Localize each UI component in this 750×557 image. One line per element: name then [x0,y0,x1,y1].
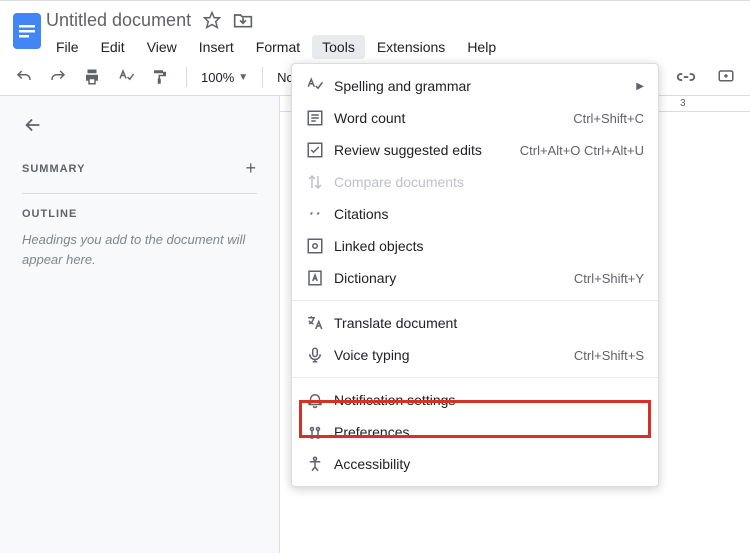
compare-icon [306,173,334,191]
outline-sidebar: SUMMARY + OUTLINE Headings you add to th… [0,96,280,553]
divider [22,193,257,194]
prefs-icon [306,423,334,441]
dictionary-icon [306,269,334,287]
separator [262,67,263,87]
menu-item-review-suggested-edits[interactable]: Review suggested editsCtrl+Alt+O Ctrl+Al… [292,134,658,166]
ruler-tick: 3 [680,98,686,109]
tools-menu-dropdown: Spelling and grammar▶Word countCtrl+Shif… [291,63,659,487]
menu-item-linked-objects[interactable]: Linked objects [292,230,658,262]
docs-icon[interactable] [8,7,46,55]
title-bar: Untitled document FileEditViewInsertForm… [0,0,750,59]
menu-shortcut: Ctrl+Alt+O Ctrl+Alt+U [520,143,644,158]
menu-item-notification-settings[interactable]: Notification settings [292,384,658,416]
translate-icon [306,314,334,332]
spellcheck-icon [306,77,334,95]
menu-separator [292,300,658,301]
menu-insert[interactable]: Insert [189,35,244,59]
menu-item-compare-documents: Compare documents [292,166,658,198]
menu-item-label: Dictionary [334,270,574,286]
menu-shortcut: Ctrl+Shift+Y [574,271,644,286]
accessibility-icon [306,455,334,473]
review-icon [306,141,334,159]
menu-shortcut: Ctrl+Shift+S [574,348,644,363]
zoom-select[interactable]: 100%▼ [201,70,248,85]
menu-item-label: Compare documents [334,174,644,190]
menu-item-accessibility[interactable]: Accessibility [292,448,658,480]
submenu-arrow-icon: ▶ [636,81,644,92]
menu-item-label: Review suggested edits [334,142,520,158]
print-button[interactable] [80,65,104,89]
menu-item-label: Citations [334,206,644,222]
linked-icon [306,237,334,255]
menu-help[interactable]: Help [457,35,506,59]
menu-shortcut: Ctrl+Shift+C [573,111,644,126]
outline-heading: OUTLINE [22,208,257,220]
doc-title[interactable]: Untitled document [46,10,191,31]
star-icon[interactable] [203,11,221,29]
redo-button[interactable] [46,65,70,89]
separator [186,67,187,87]
spellcheck-button[interactable] [114,65,138,89]
menu-item-label: Linked objects [334,238,644,254]
menu-view[interactable]: View [137,35,187,59]
menu-item-label: Voice typing [334,347,574,363]
menu-bar: FileEditViewInsertFormatToolsExtensionsH… [46,35,750,59]
menu-item-voice-typing[interactable]: Voice typingCtrl+Shift+S [292,339,658,371]
menu-item-label: Preferences [334,424,644,440]
wordcount-icon [306,109,334,127]
menu-item-citations[interactable]: Citations [292,198,658,230]
citations-icon [306,205,334,223]
menu-item-label: Spelling and grammar [334,78,636,94]
outline-placeholder: Headings you add to the document will ap… [22,230,257,269]
link-button[interactable] [674,65,698,89]
menu-extensions[interactable]: Extensions [367,35,455,59]
menu-item-dictionary[interactable]: DictionaryCtrl+Shift+Y [292,262,658,294]
paint-format-button[interactable] [148,65,172,89]
add-summary-button[interactable]: + [245,158,257,179]
menu-item-label: Translate document [334,315,644,331]
menu-item-spelling-and-grammar[interactable]: Spelling and grammar▶ [292,70,658,102]
summary-heading: SUMMARY [22,163,85,175]
bell-icon [306,391,334,409]
menu-item-word-count[interactable]: Word countCtrl+Shift+C [292,102,658,134]
menu-item-label: Accessibility [334,456,644,472]
menu-format[interactable]: Format [246,35,310,59]
undo-button[interactable] [12,65,36,89]
menu-item-label: Word count [334,110,573,126]
menu-item-label: Notification settings [334,392,644,408]
menu-tools[interactable]: Tools [312,35,365,59]
move-icon[interactable] [233,11,253,29]
menu-edit[interactable]: Edit [91,35,135,59]
comment-button[interactable] [714,65,738,89]
menu-item-translate-document[interactable]: Translate document [292,307,658,339]
voice-icon [306,346,334,364]
menu-item-preferences[interactable]: Preferences [292,416,658,448]
menu-separator [292,377,658,378]
menu-file[interactable]: File [46,35,89,59]
back-arrow-icon[interactable] [22,114,257,136]
